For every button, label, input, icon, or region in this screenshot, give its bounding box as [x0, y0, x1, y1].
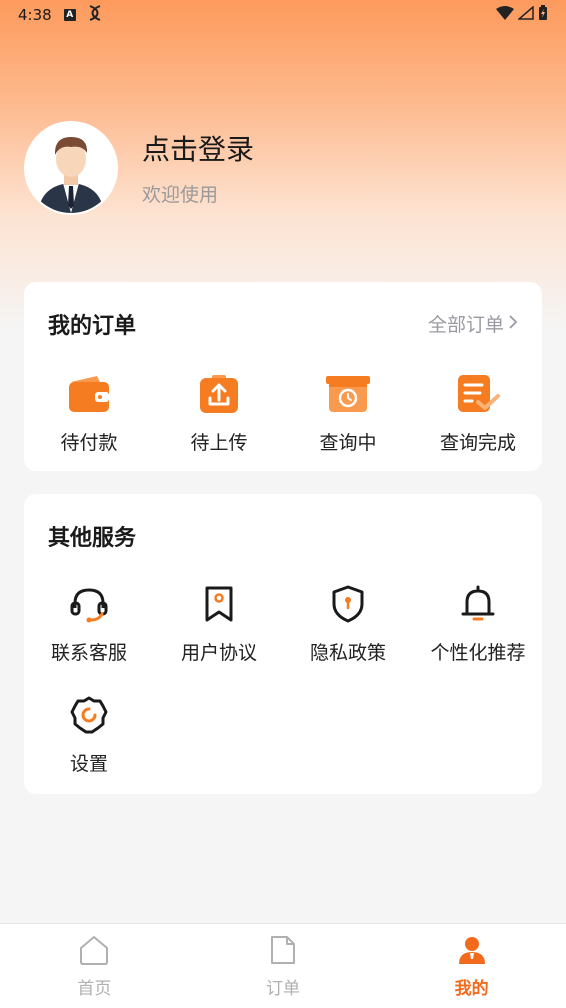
service-personalized-recommendation-label: 个性化推荐 — [430, 642, 526, 664]
all-orders-label: 全部订单 — [427, 314, 504, 336]
service-personalized-recommendation[interactable]: 个性化推荐 — [413, 582, 543, 665]
status-bar: 4:38 A — [0, 0, 566, 30]
service-user-agreement-label: 用户协议 — [180, 642, 257, 664]
clock-box-icon — [326, 372, 370, 416]
service-contact-support-label: 联系客服 — [50, 642, 127, 664]
notification-a-icon: A — [63, 9, 76, 21]
order-pending-payment[interactable]: 待付款 — [24, 372, 154, 455]
order-querying-label: 查询中 — [319, 432, 377, 454]
service-user-agreement[interactable]: 用户协议 — [154, 582, 284, 665]
order-pending-upload-label: 待上传 — [190, 432, 248, 454]
upload-icon — [197, 372, 241, 416]
service-contact-support[interactable]: 联系客服 — [24, 582, 154, 665]
document-check-icon — [456, 372, 500, 416]
gear-icon — [67, 693, 111, 737]
order-querying[interactable]: 查询中 — [283, 372, 413, 455]
bookmark-icon — [197, 582, 241, 626]
order-query-complete-label: 查询完成 — [439, 432, 516, 454]
order-query-complete[interactable]: 查询完成 — [413, 372, 543, 455]
shield-icon — [326, 582, 370, 626]
tab-orders-label: 订单 — [266, 979, 300, 999]
bell-icon — [456, 582, 500, 626]
service-privacy-policy-label: 隐私政策 — [309, 642, 386, 664]
battery-icon — [538, 5, 548, 25]
avatar[interactable] — [24, 121, 118, 215]
other-services-title: 其他服务 — [48, 526, 137, 551]
tab-home-label: 首页 — [77, 979, 112, 999]
cell-signal-icon — [516, 5, 534, 24]
my-orders-card: 我的订单 全部订单 待付款 待上传 查询中 查询完成 — [24, 282, 542, 471]
service-privacy-policy[interactable]: 隐私政策 — [283, 582, 413, 665]
service-settings-label: 设置 — [69, 753, 108, 775]
home-icon — [78, 934, 110, 970]
bottom-tab-bar: 首页 订单 我的 — [0, 923, 566, 1008]
tab-orders[interactable]: 订单 — [189, 924, 378, 1008]
tab-mine-label: 我的 — [454, 979, 489, 999]
order-pending-payment-label: 待付款 — [60, 432, 118, 454]
all-orders-link[interactable]: 全部订单 — [428, 310, 518, 337]
login-title[interactable]: 点击登录 — [142, 130, 254, 170]
my-orders-title: 我的订单 — [48, 314, 137, 339]
wifi-icon — [496, 6, 514, 24]
wallet-icon — [67, 372, 111, 416]
chevron-right-icon — [508, 313, 518, 335]
file-icon — [267, 934, 299, 970]
profile-section[interactable]: 点击登录 欢迎使用 — [24, 121, 254, 215]
service-settings[interactable]: 设置 — [24, 693, 154, 776]
status-time: 4:38 — [18, 6, 52, 24]
order-pending-upload[interactable]: 待上传 — [154, 372, 284, 455]
notification-dna-icon — [88, 5, 102, 25]
person-icon — [456, 934, 488, 970]
tab-home[interactable]: 首页 — [0, 924, 189, 1008]
tab-mine[interactable]: 我的 — [377, 924, 566, 1008]
headset-icon — [67, 582, 111, 626]
welcome-subtitle: 欢迎使用 — [142, 183, 219, 206]
other-services-card: 其他服务 联系客服 用户协议 隐私政策 个性化推荐 设置 — [24, 494, 542, 794]
